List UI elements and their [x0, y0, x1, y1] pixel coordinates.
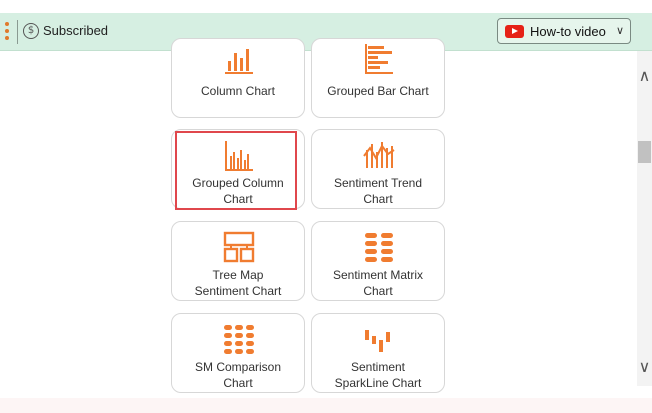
card-label: Tree Map: [212, 268, 264, 282]
tree-map-icon: [223, 231, 255, 263]
card-label: Column Chart: [200, 84, 276, 98]
selected-card-highlight: [175, 131, 297, 210]
vertical-scrollbar[interactable]: ∧ ∨: [637, 51, 652, 386]
how-to-video-label: How-to video: [530, 24, 606, 39]
sentiment-trend-chart-icon: [363, 142, 395, 168]
card-label: SparkLine Chart: [334, 376, 422, 390]
more-options-icon[interactable]: [5, 22, 11, 44]
how-to-video-dropdown[interactable]: How-to video ∨: [497, 18, 631, 44]
card-label: SM Comparison: [194, 360, 282, 374]
card-label: Sentiment Matrix: [332, 268, 424, 282]
chart-card-column[interactable]: Column Chart: [171, 38, 305, 118]
chart-card-sentiment-trend[interactable]: Sentiment Trend Chart: [311, 129, 445, 209]
footer-band: [0, 398, 652, 413]
toolbar-divider: [17, 20, 18, 44]
subscription-status: Subscribed: [43, 23, 109, 38]
sentiment-matrix-icon: [365, 233, 393, 262]
chart-card-sm-comparison[interactable]: SM Comparison Chart: [171, 313, 305, 393]
card-label: Chart: [363, 284, 393, 298]
chart-card-sentiment-matrix[interactable]: Sentiment Matrix Chart: [311, 221, 445, 301]
chart-card-sentiment-sparkline[interactable]: Sentiment SparkLine Chart: [311, 313, 445, 393]
dollar-circle-icon: $: [23, 23, 39, 39]
card-label: Chart: [363, 192, 393, 206]
youtube-icon: [505, 25, 524, 38]
card-label: Sentiment Chart: [194, 284, 282, 298]
scroll-down-icon[interactable]: ∨: [637, 357, 652, 376]
chart-card-grouped-bar[interactable]: Grouped Bar Chart: [311, 38, 445, 118]
sm-comparison-icon: [224, 325, 254, 354]
chart-card-tree-map[interactable]: Tree Map Sentiment Chart: [171, 221, 305, 301]
card-label: Chart: [223, 376, 253, 390]
card-label: Sentiment Trend: [333, 176, 423, 190]
scrollbar-thumb[interactable]: [638, 141, 651, 163]
chevron-down-icon: ∨: [615, 25, 624, 37]
card-label: Grouped Bar Chart: [327, 84, 429, 98]
grouped-bar-chart-icon: [365, 44, 393, 74]
window-top-strip: [0, 0, 652, 13]
sparkline-chart-icon: [365, 330, 390, 352]
scroll-up-icon[interactable]: ∧: [637, 66, 652, 85]
card-label: Sentiment: [350, 360, 406, 374]
column-chart-icon: [225, 49, 253, 74]
